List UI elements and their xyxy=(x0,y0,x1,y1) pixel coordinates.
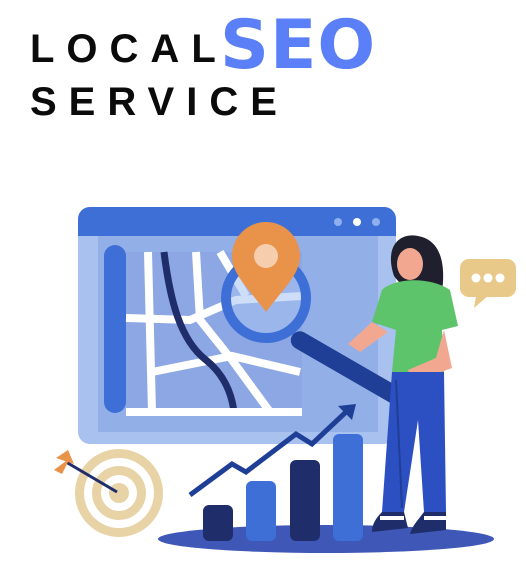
dartboard-target-icon xyxy=(54,449,163,537)
speech-bubble-icon xyxy=(460,259,516,308)
seo-illustration xyxy=(54,207,516,553)
